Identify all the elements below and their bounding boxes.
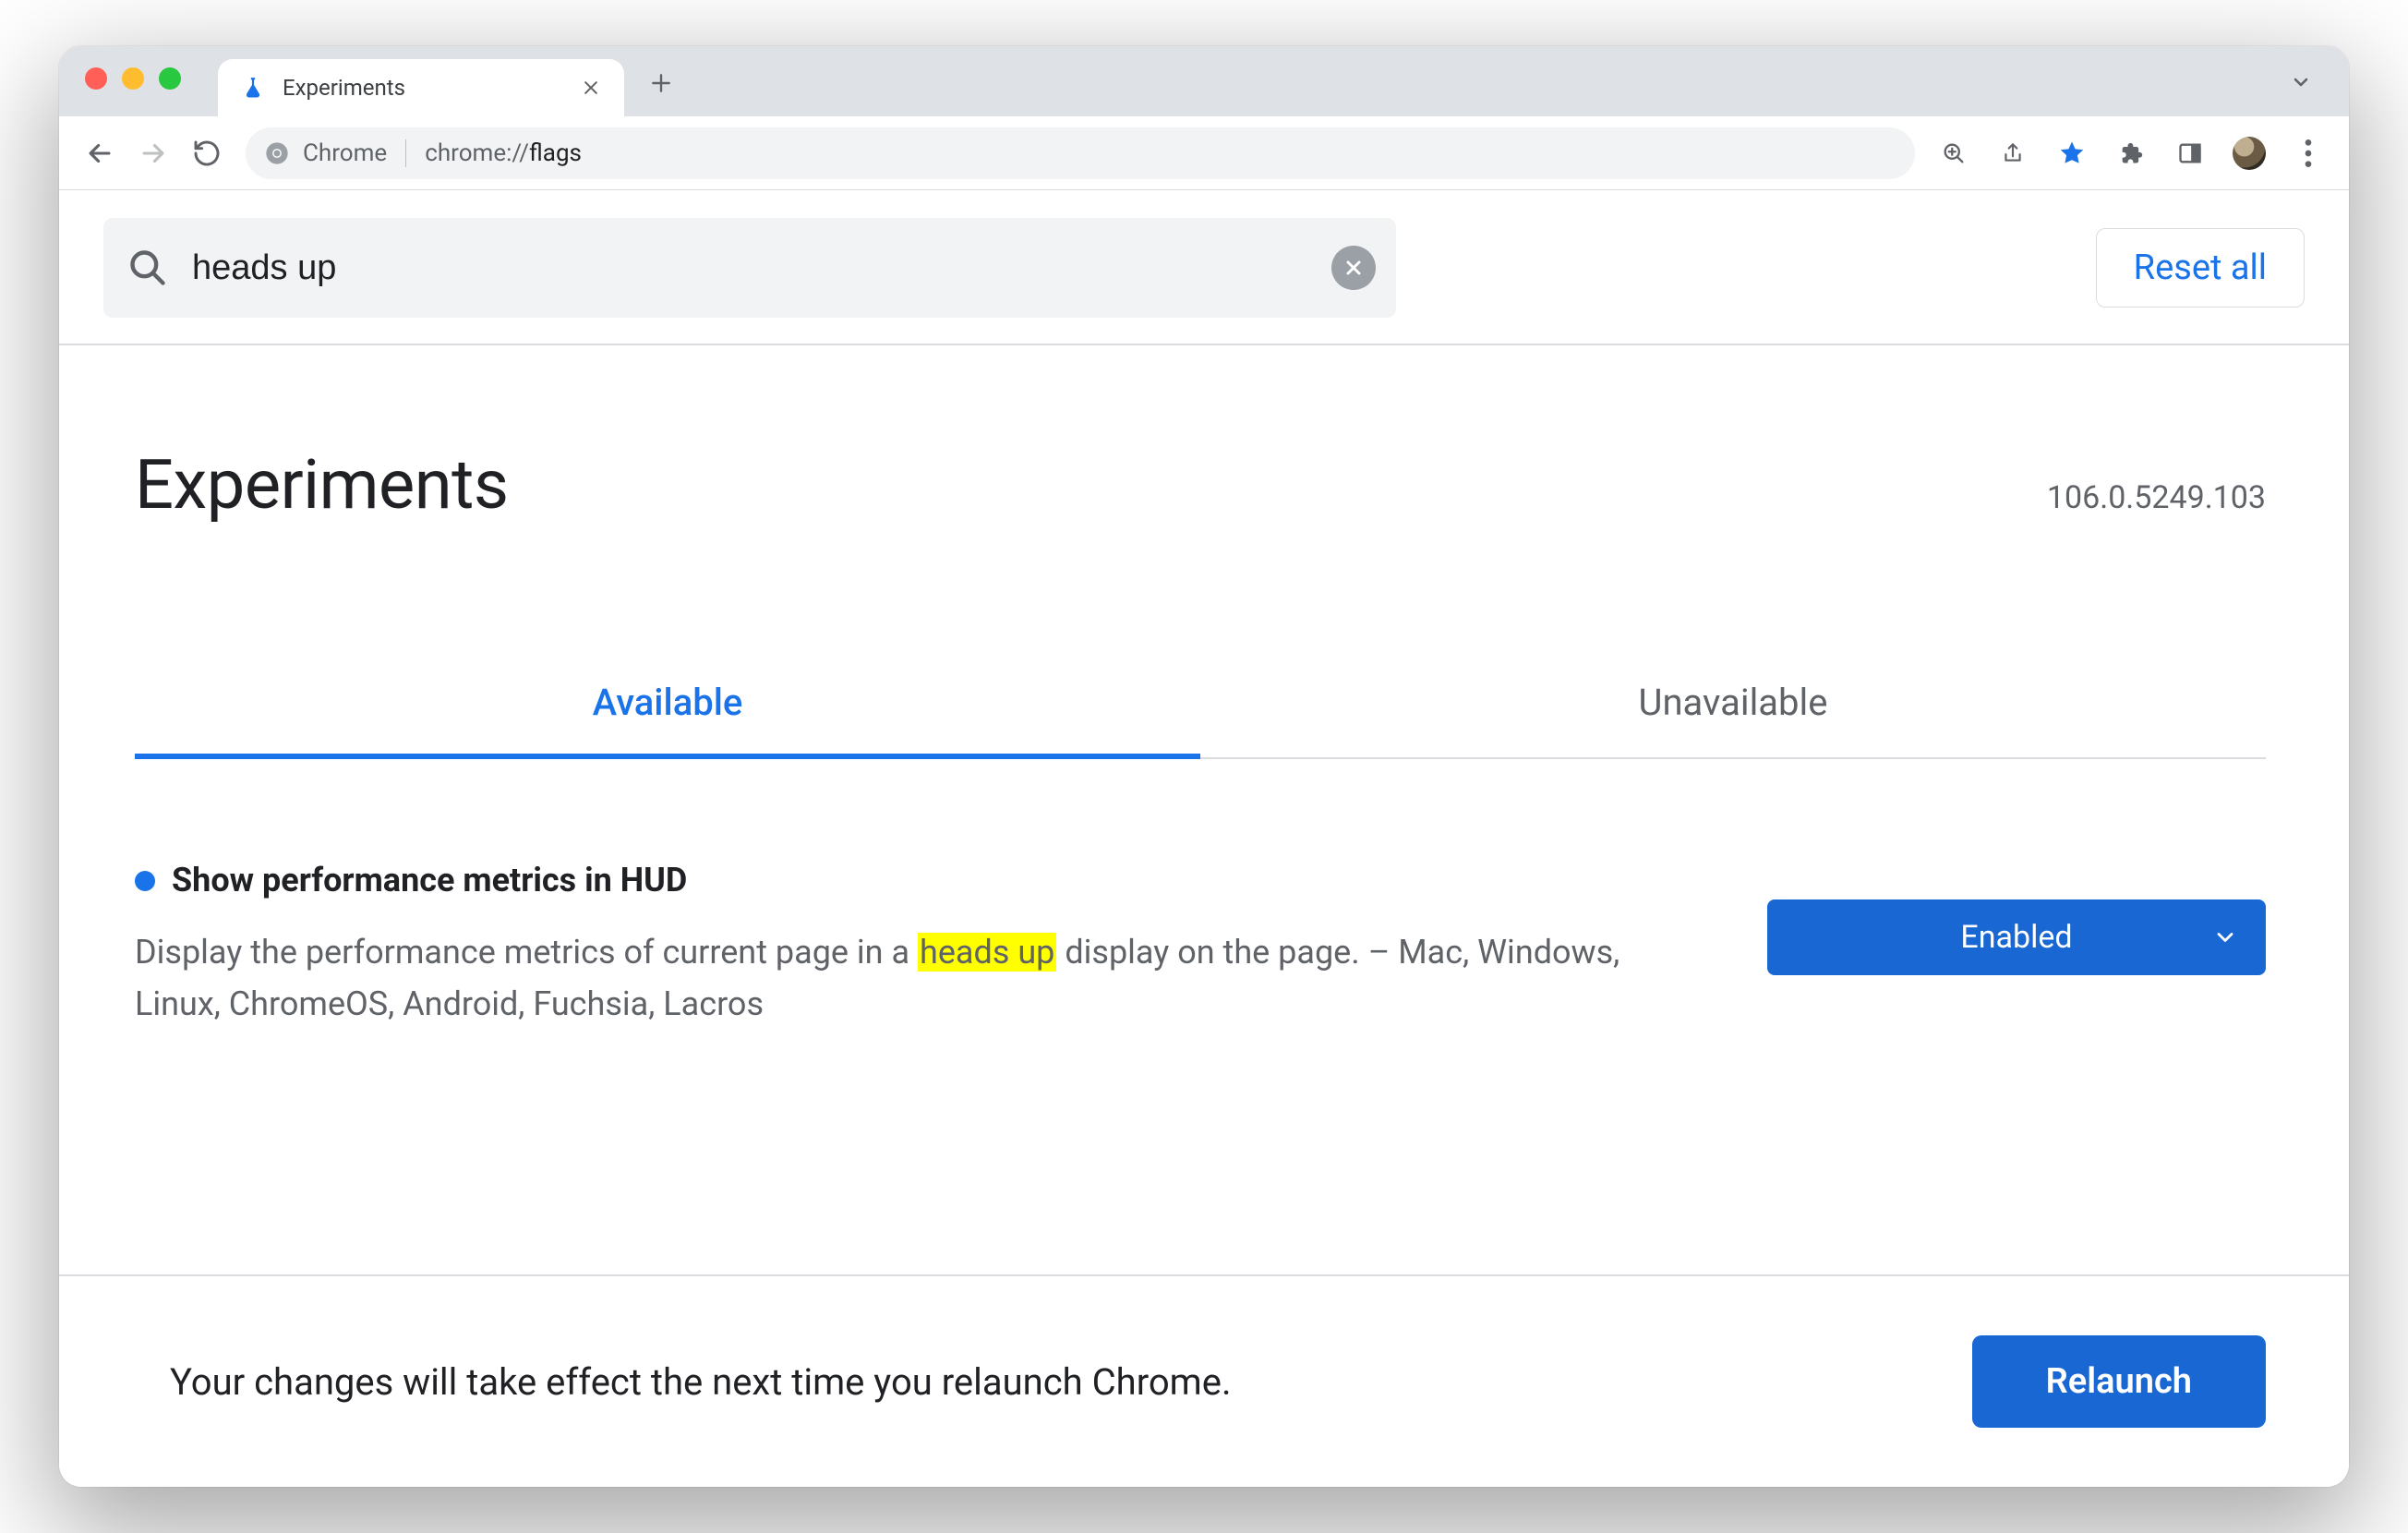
menu-button[interactable] xyxy=(2282,127,2334,179)
page-title: Experiments xyxy=(135,445,509,525)
site-chip: Chrome xyxy=(264,139,387,167)
flag-text: Show performance metrics in HUD Display … xyxy=(135,861,1693,1031)
search-input[interactable] xyxy=(190,247,1309,289)
nav-buttons xyxy=(74,127,233,179)
search-highlight: heads up xyxy=(918,933,1056,972)
select-value: Enabled xyxy=(1960,919,2072,956)
flask-icon xyxy=(240,75,266,101)
chrome-icon xyxy=(264,140,290,166)
browser-tab[interactable]: Experiments xyxy=(218,59,624,116)
heading-row: Experiments 106.0.5249.103 xyxy=(59,345,2349,535)
modified-dot-icon xyxy=(135,871,155,891)
chevron-down-icon xyxy=(2212,924,2238,950)
back-button[interactable] xyxy=(74,127,126,179)
toolbar: Chrome chrome://flags xyxy=(59,116,2349,190)
search-row: Reset all xyxy=(59,190,2349,344)
version-text: 106.0.5249.103 xyxy=(2047,479,2266,516)
flag-item: Show performance metrics in HUD Display … xyxy=(59,759,2349,1071)
tab-title: Experiments xyxy=(283,75,560,101)
tab-available[interactable]: Available xyxy=(135,655,1200,757)
new-tab-button[interactable] xyxy=(637,59,685,107)
relaunch-bar: Your changes will take effect the next t… xyxy=(59,1274,2349,1487)
search-icon xyxy=(127,247,168,288)
reload-button[interactable] xyxy=(181,127,233,179)
divider xyxy=(405,139,406,167)
toolbar-right xyxy=(1928,127,2334,179)
page-content: Reset all Experiments 106.0.5249.103 Ava… xyxy=(59,190,2349,1487)
window-maximize-button[interactable] xyxy=(159,67,181,90)
zoom-icon[interactable] xyxy=(1928,127,1980,179)
forward-button[interactable] xyxy=(127,127,179,179)
extensions-icon[interactable] xyxy=(2105,127,2157,179)
url-text: chrome://flags xyxy=(425,139,582,167)
relaunch-message: Your changes will take effect the next t… xyxy=(170,1360,1232,1404)
flag-title: Show performance metrics in HUD xyxy=(172,861,687,899)
profile-avatar[interactable] xyxy=(2223,127,2275,179)
flag-description: Display the performance metrics of curre… xyxy=(135,927,1693,1031)
address-bar[interactable]: Chrome chrome://flags xyxy=(246,127,1915,179)
window-minimize-button[interactable] xyxy=(122,67,144,90)
tab-strip: Experiments xyxy=(59,46,2349,116)
tab-unavailable[interactable]: Unavailable xyxy=(1200,655,2266,757)
tabs-dropdown-button[interactable] xyxy=(2282,64,2319,101)
window-controls xyxy=(85,67,181,90)
clear-search-button[interactable] xyxy=(1331,246,1376,290)
share-icon[interactable] xyxy=(1987,127,2039,179)
reset-all-button[interactable]: Reset all xyxy=(2096,228,2305,308)
side-panel-icon[interactable] xyxy=(2164,127,2216,179)
tabs-row: Available Unavailable xyxy=(135,655,2266,759)
bookmark-star-icon[interactable] xyxy=(2046,127,2098,179)
window-close-button[interactable] xyxy=(85,67,107,90)
search-box[interactable] xyxy=(103,218,1396,318)
browser-window: Experiments xyxy=(59,46,2349,1487)
tab-close-button[interactable] xyxy=(576,75,606,101)
relaunch-button[interactable]: Relaunch xyxy=(1972,1335,2266,1428)
flag-state-select[interactable]: Enabled xyxy=(1767,899,2266,975)
site-label: Chrome xyxy=(303,139,387,167)
